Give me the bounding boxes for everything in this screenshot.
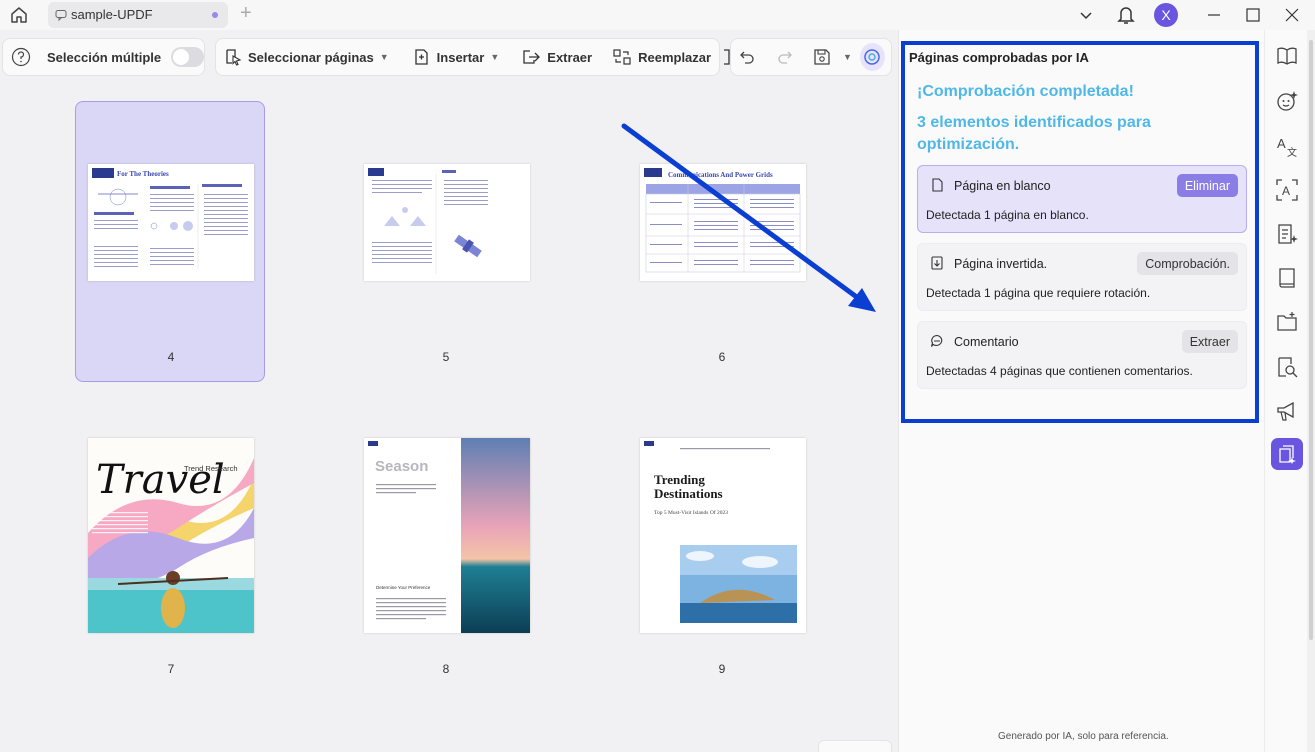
scrollbar-thumb[interactable] <box>1309 40 1313 640</box>
zoom-control: − + <box>818 740 892 752</box>
minimize-button[interactable] <box>1203 3 1225 27</box>
page-subtitle: Trend Research <box>184 464 238 473</box>
ai-document-icon[interactable] <box>1275 222 1299 246</box>
page-number: 6 <box>718 350 726 364</box>
ai-icon <box>864 49 881 65</box>
ocr-icon[interactable]: A <box>1275 178 1299 202</box>
ai-page-check-icon[interactable] <box>1271 438 1303 470</box>
insert-button[interactable]: Insertar ▼ <box>405 42 508 72</box>
user-avatar[interactable]: X <box>1154 3 1178 27</box>
select-pages-label: Seleccionar páginas <box>248 49 374 65</box>
page-title: For The Theories <box>117 170 169 178</box>
title-bar: sample-UPDF + X <box>0 0 1315 30</box>
page-title: Communications And Power Grids <box>668 171 773 179</box>
multi-select-label: Selección múltiple <box>47 49 162 65</box>
undo-icon <box>740 51 754 64</box>
chevron-down-icon: ▼ <box>490 52 500 62</box>
redo-icon <box>778 51 792 64</box>
extract-button[interactable]: Extraer <box>513 42 600 72</box>
svg-text:A: A <box>1277 136 1286 151</box>
insert-page-icon <box>415 49 428 65</box>
toolbar-page-group: Seleccionar páginas ▼ Insertar ▼ Extraer… <box>215 38 730 76</box>
page-subtitle: Determine Your Preference <box>376 585 431 590</box>
ai-disclaimer: Generado por IA, solo para referencia. <box>998 731 1169 742</box>
comment-icon <box>55 8 67 26</box>
toolbar-selection-group: Selección múltiple <box>2 38 205 76</box>
book-icon[interactable] <box>1275 266 1299 290</box>
zoom-out-button[interactable]: − <box>831 747 843 752</box>
toolbar-edit-group: ▼ <box>730 38 892 76</box>
tab-title: sample-UPDF <box>71 7 153 22</box>
insert-label: Insertar <box>436 49 485 65</box>
book-open-icon[interactable] <box>1275 44 1299 68</box>
redo-button[interactable] <box>769 42 807 72</box>
replace-button[interactable]: Reemplazar <box>604 42 719 72</box>
search-document-icon[interactable] <box>1275 355 1299 379</box>
page-number: 4 <box>167 350 175 364</box>
close-window-button[interactable] <box>1281 3 1303 27</box>
page-number: 5 <box>442 350 450 364</box>
page-subtitle: Top 5 Must-Visit Islands Of 2023 <box>654 509 728 516</box>
replace-icon <box>613 49 631 65</box>
annotation-highlight-box <box>901 41 1259 423</box>
right-tool-rail: A文 A <box>1264 30 1307 752</box>
svg-text:文: 文 <box>1287 146 1297 157</box>
new-tab-button[interactable]: + <box>240 2 252 25</box>
ai-assistant-icon[interactable] <box>1275 89 1299 113</box>
ai-page-check-button[interactable] <box>859 43 885 71</box>
megaphone-icon[interactable] <box>1275 399 1299 423</box>
page-number: 7 <box>167 662 175 676</box>
folder-add-icon[interactable] <box>1275 310 1299 334</box>
zoom-in-button[interactable]: + <box>867 747 879 752</box>
page-title: Season <box>375 458 428 475</box>
undo-button[interactable] <box>731 42 769 72</box>
help-icon[interactable] <box>3 42 43 72</box>
home-icon[interactable] <box>8 4 30 26</box>
replace-label: Reemplazar <box>638 49 712 65</box>
maximize-button[interactable] <box>1242 3 1264 27</box>
svg-text:A: A <box>1282 184 1290 198</box>
unsaved-dot <box>212 12 218 18</box>
chevron-down-icon[interactable] <box>1076 3 1096 27</box>
save-icon <box>814 49 830 65</box>
page-number: 8 <box>442 662 450 676</box>
page-number: 9 <box>718 662 726 676</box>
multi-select-toggle[interactable] <box>171 47 204 67</box>
page-thumbnail[interactable]: Communications And Power Grids <box>640 164 806 281</box>
svg-text:Trending: Trending <box>654 472 705 487</box>
avatar-letter: X <box>1154 3 1178 27</box>
page-thumbnail[interactable]: Season Determine Your Preference <box>364 438 530 633</box>
extract-icon <box>523 50 541 64</box>
extract-label: Extraer <box>547 49 593 65</box>
page-thumbnail[interactable] <box>364 164 530 281</box>
select-pages-button[interactable]: Seleccionar páginas ▼ <box>216 42 397 72</box>
page-thumbnail[interactable]: Travel Trend Research <box>88 438 254 633</box>
translate-icon[interactable]: A文 <box>1275 134 1299 158</box>
svg-text:Destinations: Destinations <box>654 486 723 501</box>
select-pages-icon <box>226 49 242 66</box>
page-grid-area: Selección múltiple Seleccionar páginas ▼… <box>0 30 898 752</box>
page-thumbnail[interactable]: Trending Destinations Top 5 Must-Visit I… <box>640 438 806 633</box>
save-button[interactable]: ▼ <box>807 42 854 72</box>
page-thumbnail[interactable]: For The Theories <box>88 164 254 281</box>
chevron-down-icon: ▼ <box>843 52 852 62</box>
chevron-down-icon: ▼ <box>379 52 389 62</box>
bell-icon[interactable] <box>1115 3 1137 27</box>
document-tab[interactable]: sample-UPDF <box>48 2 228 28</box>
